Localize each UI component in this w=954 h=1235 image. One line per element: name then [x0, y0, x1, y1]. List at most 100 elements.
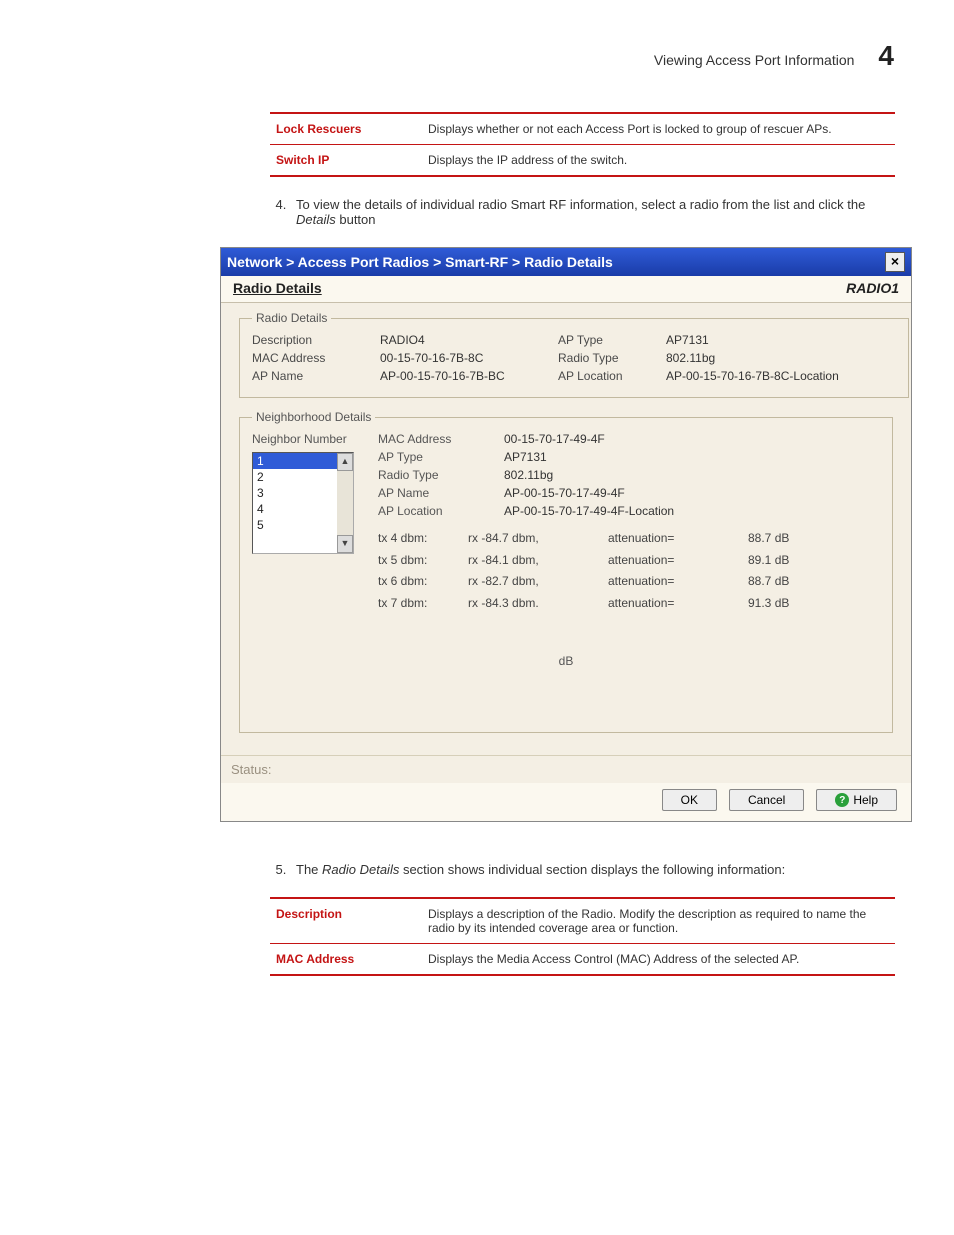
def-label: MAC Address [270, 944, 422, 976]
neighborhood-row: Neighbor Number 1 2 3 4 5 ▲ ▼ [252, 432, 880, 614]
close-icon[interactable]: × [885, 252, 905, 272]
field-value: RADIO4 [380, 333, 550, 347]
db-val: 89.1 dB [748, 550, 818, 572]
radio-name-label: RADIO1 [846, 280, 899, 296]
step-4: To view the details of individual radio … [290, 197, 894, 227]
radio-details-dialog: Network > Access Port Radios > Smart-RF … [220, 247, 912, 822]
def-desc: Displays whether or not each Access Port… [422, 113, 895, 145]
rx-val: rx -84.7 dbm, [468, 528, 598, 550]
field-value: AP-00-15-70-17-49-4F [504, 486, 880, 500]
field-label: AP Type [378, 450, 488, 464]
step4-text-before: To view the details of individual radio … [296, 197, 865, 212]
field-label: AP Location [558, 369, 658, 383]
neighbor-number-label: Neighbor Number [252, 432, 347, 446]
tx-row: tx 7 dbm: rx -84.3 dbm. attenuation= 91.… [378, 593, 880, 615]
field-label: AP Name [378, 486, 488, 500]
breadcrumb-sep: > [512, 254, 524, 270]
steps-list: To view the details of individual radio … [270, 197, 894, 227]
rx-val: rx -84.3 dbm. [468, 593, 598, 615]
list-item[interactable]: 3 [253, 485, 337, 501]
step4-button-name: Details [296, 212, 336, 227]
db-val: 88.7 dB [748, 528, 818, 550]
breadcrumb-sep: > [433, 254, 445, 270]
status-label: Status: [231, 762, 271, 777]
breadcrumb-sep: > [286, 254, 298, 270]
bottom-definition-table: Description Displays a description of th… [270, 897, 895, 976]
scroll-track[interactable] [337, 471, 353, 535]
dialog-button-row: OK Cancel ? Help [221, 783, 911, 821]
page-running-header: Viewing Access Port Information 4 [60, 40, 894, 72]
top-definition-table: Lock Rescuers Displays whether or not ea… [270, 112, 895, 177]
list-item[interactable]: 2 [253, 469, 337, 485]
rx-val: rx -82.7 dbm, [468, 571, 598, 593]
neighborhood-legend: Neighborhood Details [252, 410, 375, 424]
field-value: AP7131 [666, 333, 896, 347]
ok-button[interactable]: OK [662, 789, 717, 811]
att-label: attenuation= [608, 550, 738, 572]
field-label: MAC Address [378, 432, 488, 446]
tx-val: tx 4 dbm: [378, 528, 458, 550]
field-label: AP Location [378, 504, 488, 518]
dialog-subtitle: Radio Details [233, 280, 322, 296]
field-value: 00-15-70-16-7B-8C [380, 351, 550, 365]
help-button-label: Help [853, 793, 878, 807]
neighbor-number-column: Neighbor Number 1 2 3 4 5 ▲ ▼ [252, 432, 354, 614]
neighbor-number-listbox[interactable]: 1 2 3 4 5 ▲ ▼ [252, 452, 354, 554]
cancel-button[interactable]: Cancel [729, 789, 804, 811]
field-value: AP-00-15-70-16-7B-8C-Location [666, 369, 896, 383]
scroll-up-icon[interactable]: ▲ [337, 453, 353, 471]
rx-val: rx -84.1 dbm, [468, 550, 598, 572]
scroll-down-icon[interactable]: ▼ [337, 535, 353, 553]
step4-text-after: button [336, 212, 376, 227]
breadcrumb-item: Radio Details [524, 254, 613, 270]
field-value: 802.11bg [666, 351, 896, 365]
page-header-number: 4 [878, 40, 894, 72]
def-desc: Displays the Media Access Control (MAC) … [422, 944, 895, 976]
def-label: Description [270, 898, 422, 944]
field-value: AP-00-15-70-16-7B-BC [380, 369, 550, 383]
neighborhood-group: Neighborhood Details Neighbor Number 1 2… [239, 410, 893, 733]
tx-row: tx 4 dbm: rx -84.7 dbm, attenuation= 88.… [378, 528, 880, 550]
field-label: Radio Type [558, 351, 658, 365]
def-label: Switch IP [270, 145, 422, 177]
field-label: Description [252, 333, 372, 347]
field-label: AP Type [558, 333, 658, 347]
step5-italic: Radio Details [322, 862, 399, 877]
breadcrumb-item: Smart-RF [445, 254, 508, 270]
def-label: Lock Rescuers [270, 113, 422, 145]
listbox-scrollbar[interactable]: ▲ ▼ [337, 453, 353, 553]
step-5: The Radio Details section shows individu… [290, 862, 894, 877]
db-unit-label: dB [252, 654, 880, 668]
page-header-title: Viewing Access Port Information [654, 52, 855, 68]
list-item[interactable]: 1 [253, 453, 337, 469]
help-button[interactable]: ? Help [816, 789, 897, 811]
breadcrumb-item: Access Port Radios [298, 254, 430, 270]
tx-val: tx 6 dbm: [378, 571, 458, 593]
dialog-subheader: Radio Details RADIO1 [221, 276, 911, 303]
field-value: 802.11bg [504, 468, 880, 482]
steps-list-2: The Radio Details section shows individu… [270, 862, 894, 877]
step5-text-before: The [296, 862, 322, 877]
list-item[interactable]: 4 [253, 501, 337, 517]
tx-readings: tx 4 dbm: rx -84.7 dbm, attenuation= 88.… [378, 528, 880, 614]
list-item[interactable]: 5 [253, 517, 337, 533]
att-label: attenuation= [608, 528, 738, 550]
neighbor-details-grid: MAC Address 00-15-70-17-49-4F AP Type AP… [378, 432, 880, 614]
db-val: 88.7 dB [748, 571, 818, 593]
step5-text-after: section shows individual section display… [399, 862, 785, 877]
radio-details-grid: Description RADIO4 AP Type AP7131 MAC Ad… [252, 333, 896, 383]
breadcrumb-item: Network [227, 254, 282, 270]
radio-details-group: Radio Details Description RADIO4 AP Type… [239, 311, 909, 398]
def-desc: Displays the IP address of the switch. [422, 145, 895, 177]
tx-row: tx 5 dbm: rx -84.1 dbm, attenuation= 89.… [378, 550, 880, 572]
field-value: AP7131 [504, 450, 880, 464]
tx-val: tx 5 dbm: [378, 550, 458, 572]
field-value: 00-15-70-17-49-4F [504, 432, 880, 446]
field-label: Radio Type [378, 468, 488, 482]
dialog-body: Radio Details Description RADIO4 AP Type… [221, 303, 911, 755]
breadcrumb: Network > Access Port Radios > Smart-RF … [227, 254, 613, 270]
tx-val: tx 7 dbm: [378, 593, 458, 615]
db-val: 91.3 dB [748, 593, 818, 615]
att-label: attenuation= [608, 571, 738, 593]
att-label: attenuation= [608, 593, 738, 615]
